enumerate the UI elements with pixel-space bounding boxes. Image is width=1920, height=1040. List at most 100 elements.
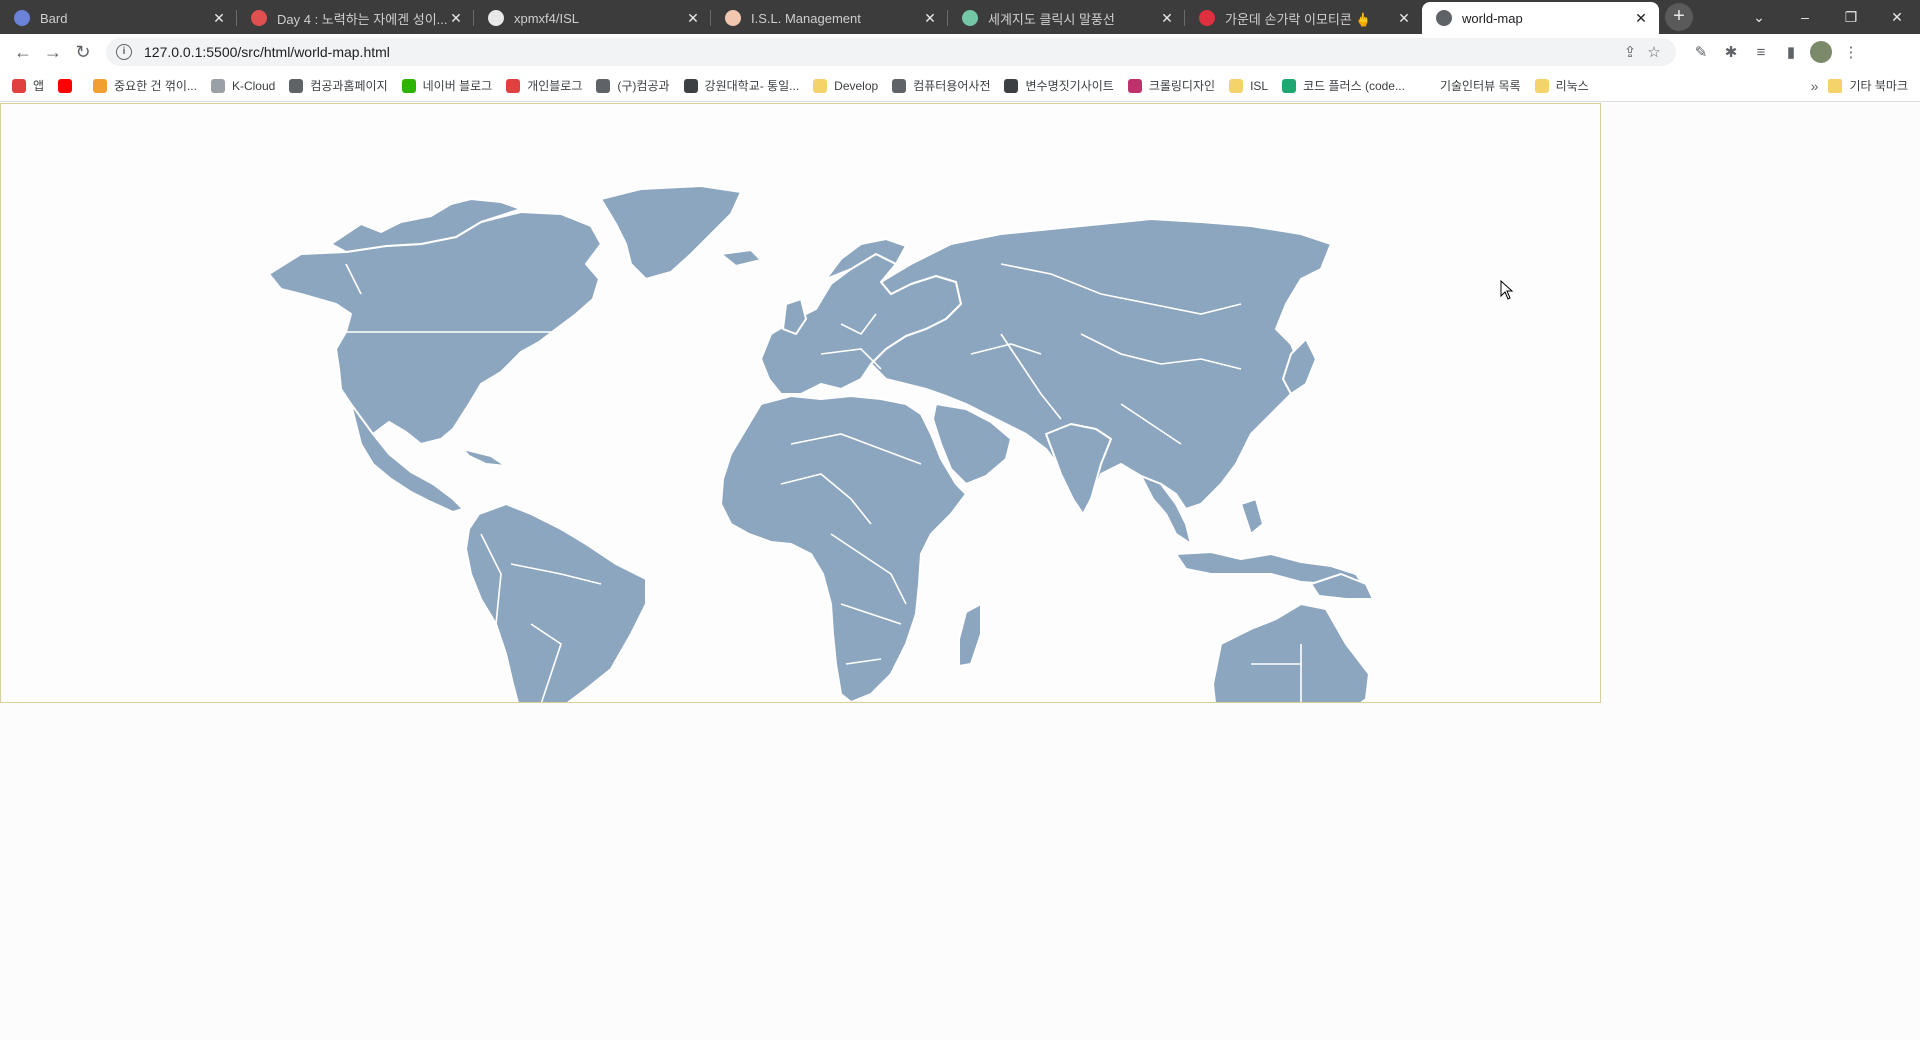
bookmark-item[interactable]: (구)컴공과 xyxy=(596,77,670,94)
bookmark-favicon-icon xyxy=(93,78,108,93)
tab-search-icon[interactable]: ⌄ xyxy=(1736,9,1782,26)
tab-favicon-icon xyxy=(1199,10,1215,26)
tab-favicon-icon xyxy=(14,10,30,26)
tab-label: 가운데 손가락 이모티콘 🖕 xyxy=(1225,11,1372,27)
bookmark-favicon-icon xyxy=(1004,78,1019,93)
bookmark-item[interactable]: 크롤링디자인 xyxy=(1127,77,1216,94)
world-map[interactable] xyxy=(1,104,1600,702)
media-icon[interactable]: ≡ xyxy=(1746,44,1776,61)
region-africa[interactable] xyxy=(720,395,967,702)
bookmark-item[interactable]: 컴공과홈페이지 xyxy=(289,77,388,94)
bookmark-item[interactable]: 변수명짓기사이트 xyxy=(1004,77,1114,94)
bookmark-favicon-icon xyxy=(1229,78,1244,93)
bookmark-item[interactable]: 강원대학교- 통일... xyxy=(683,77,800,94)
forward-icon[interactable]: → xyxy=(38,37,68,67)
reload-icon[interactable]: ↻ xyxy=(68,37,98,67)
bookmark-label: 컴퓨터용어사전 xyxy=(913,79,991,93)
region-greenland[interactable] xyxy=(600,185,742,280)
bookmark-item[interactable] xyxy=(58,78,79,93)
region-south-america[interactable] xyxy=(465,503,647,702)
region-philippines[interactable] xyxy=(1240,498,1264,535)
region-cuba[interactable] xyxy=(462,448,507,467)
bookmark-label: Develop xyxy=(834,78,879,93)
tab-close-icon[interactable]: ✕ xyxy=(211,10,227,26)
tab-1[interactable]: Day 4 : 노력하는 자에겐 성이... ✕ xyxy=(237,2,474,34)
bookmark-favicon-icon xyxy=(210,78,225,93)
bookmark-item[interactable]: 기술인터뷰 목록 xyxy=(1418,77,1521,94)
region-iceland[interactable] xyxy=(720,249,762,267)
bookmark-item[interactable]: 개인블로그 xyxy=(506,77,582,94)
bookmark-item[interactable]: Develop xyxy=(813,78,879,93)
tab-close-icon[interactable]: ✕ xyxy=(448,10,464,26)
bookmark-favicon-icon xyxy=(892,78,907,93)
bookmark-favicon-icon xyxy=(12,78,26,93)
bookmark-favicon-icon xyxy=(1127,78,1142,93)
sidepanel-icon[interactable]: ▮ xyxy=(1776,43,1806,61)
bookmark-item[interactable]: K-Cloud xyxy=(210,78,276,93)
bookmark-favicon-icon xyxy=(401,78,416,93)
bookmark-label: 리눅스 xyxy=(1555,79,1589,93)
bookmark-label: 변수명짓기사이트 xyxy=(1025,79,1114,93)
region-madagascar[interactable] xyxy=(958,603,982,667)
tab-label: 세계지도 클릭시 말풍선 xyxy=(988,11,1115,27)
bookmark-favicon-icon xyxy=(813,78,828,93)
address-url[interactable]: 127.0.0.1:5500/src/html/world-map.html xyxy=(144,44,1618,60)
bookmark-favicon-icon xyxy=(58,78,73,93)
bookmark-favicon-icon xyxy=(506,78,521,93)
tab-close-icon[interactable]: ✕ xyxy=(922,10,938,26)
bookmark-label: 개인블로그 xyxy=(527,79,583,93)
site-info-icon[interactable]: i xyxy=(116,44,132,60)
back-icon[interactable]: ← xyxy=(8,37,38,67)
avatar[interactable] xyxy=(1810,41,1832,63)
bookmark-item[interactable]: 앱 xyxy=(12,77,44,94)
tab-2[interactable]: xpmxf4/ISL ✕ xyxy=(474,2,711,34)
kebab-menu-icon[interactable]: ⋮ xyxy=(1836,43,1866,61)
tab-close-icon[interactable]: ✕ xyxy=(1159,10,1175,26)
share-icon[interactable]: ⇪ xyxy=(1618,43,1642,61)
bookmark-label: 중요한 건 꺾이... xyxy=(114,79,197,93)
tab-label: world-map xyxy=(1462,10,1523,26)
region-australia[interactable] xyxy=(1212,603,1370,702)
tab-5[interactable]: 가운데 손가락 이모티콘 🖕 ✕ xyxy=(1185,2,1422,34)
bookmark-label: 코드 플러스 (code... xyxy=(1303,79,1405,93)
bookmark-label: 기술인터뷰 목록 xyxy=(1439,79,1521,93)
bookmark-label: (구)컴공과 xyxy=(617,79,670,93)
region-north-america[interactable] xyxy=(268,211,602,445)
folder-icon xyxy=(1828,78,1843,93)
bookmarks-bar: 앱 중요한 건 꺾이... K-Cloud 컴공과홈페이지 네이버 블로그 개인블로그 (구… xyxy=(0,70,1920,102)
tab-favicon-icon xyxy=(725,10,741,26)
tab-close-icon[interactable]: ✕ xyxy=(1633,10,1649,26)
close-window-icon[interactable]: ✕ xyxy=(1874,9,1920,26)
tab-favicon-icon xyxy=(251,10,267,26)
mouse-pointer-icon xyxy=(1500,280,1514,300)
tab-4[interactable]: 세계지도 클릭시 말풍선 ✕ xyxy=(948,2,1185,34)
other-bookmarks[interactable]: 기타 북마크 xyxy=(1828,77,1908,94)
eyedropper-icon[interactable]: ✎ xyxy=(1686,43,1716,61)
star-icon[interactable]: ☆ xyxy=(1642,43,1666,61)
address-bar[interactable]: i 127.0.0.1:5500/src/html/world-map.html… xyxy=(106,38,1676,66)
window-controls: ⌄ – ❐ ✕ xyxy=(1736,0,1920,34)
bookmark-item[interactable]: 코드 플러스 (code... xyxy=(1282,77,1405,94)
bookmark-label: 크롤링디자인 xyxy=(1148,79,1216,93)
other-bookmarks-label: 기타 북마크 xyxy=(1849,79,1908,93)
minimize-icon[interactable]: – xyxy=(1782,9,1828,25)
new-tab-button[interactable]: + xyxy=(1665,3,1693,31)
tab-label: xpmxf4/ISL xyxy=(514,10,580,26)
bookmark-label: 컴공과홈페이지 xyxy=(310,79,388,93)
bookmark-item[interactable]: 네이버 블로그 xyxy=(401,77,492,94)
tab-close-icon[interactable]: ✕ xyxy=(685,10,701,26)
bookmark-item[interactable]: 리눅스 xyxy=(1534,77,1589,94)
tab-close-icon[interactable]: ✕ xyxy=(1396,10,1412,26)
bookmark-item[interactable]: ISL xyxy=(1229,78,1268,93)
bookmark-label: K-Cloud xyxy=(231,78,276,93)
puzzle-icon[interactable]: ✱ xyxy=(1716,43,1746,61)
restore-icon[interactable]: ❐ xyxy=(1828,9,1874,26)
bookmark-label: 앱 xyxy=(33,79,45,93)
tab-0[interactable]: Bard ✕ xyxy=(0,2,237,34)
tab-6[interactable]: world-map ✕ xyxy=(1422,2,1659,34)
bookmark-item[interactable]: 컴퓨터용어사전 xyxy=(892,77,990,94)
tab-3[interactable]: I.S.L. Management ✕ xyxy=(711,2,948,34)
bookmark-label: 강원대학교- 통일... xyxy=(704,79,800,93)
bookmarks-more-button[interactable]: » xyxy=(1811,78,1819,94)
bookmark-item[interactable]: 중요한 건 꺾이... xyxy=(93,77,197,94)
